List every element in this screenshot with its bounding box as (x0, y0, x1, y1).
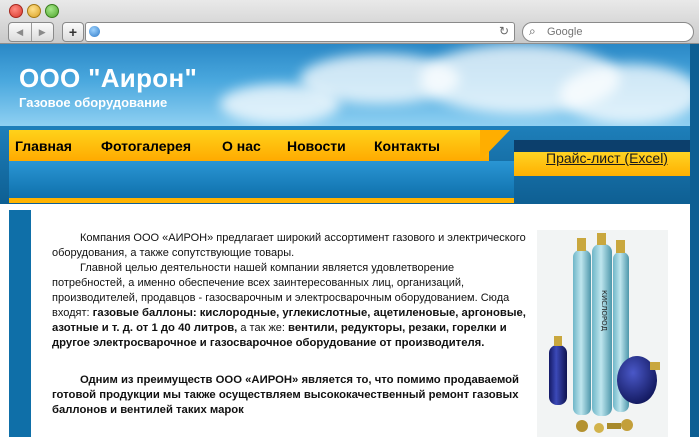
sub-banner (9, 161, 514, 201)
left-sidebar-stripe (9, 210, 31, 437)
nav-link-about[interactable]: О нас (222, 138, 261, 154)
cylinder-large-1 (573, 250, 591, 415)
back-arrow-icon[interactable]: ◀ (9, 23, 32, 41)
web-page: ООО "Аирон" Газовое оборудование Главная… (0, 44, 699, 437)
navbar-corner (480, 130, 510, 161)
add-bookmark-button[interactable]: + (62, 22, 84, 42)
address-bar[interactable]: ↻ (85, 22, 515, 42)
zoom-window-button[interactable] (45, 4, 59, 18)
goal-paragraph: Главной целью деятельности нашей компани… (52, 261, 528, 351)
search-input[interactable] (547, 24, 687, 39)
close-window-button[interactable] (9, 4, 23, 18)
gas-cylinders-illustration: КИСЛОРОД (549, 233, 660, 433)
globe-icon (89, 26, 100, 37)
site-title: ООО "Аирон" (19, 63, 198, 93)
site-subtitle: Газовое оборудование (19, 95, 168, 110)
price-list-link[interactable]: Прайс-лист (Excel) (546, 150, 668, 166)
cloud-decoration (220, 84, 340, 124)
advantages-paragraph: Одним из преимуществ ООО «АИРОН» являетс… (52, 374, 520, 416)
valve-3 (616, 240, 625, 253)
gas-cylinders-photo: КИСЛОРОД (537, 230, 668, 437)
nav-link-gallery[interactable]: Фотогалерея (101, 138, 191, 154)
cylinder-label: КИСЛОРОД (600, 290, 608, 332)
sub-banner-stripe (9, 198, 514, 203)
history-nav: ◀ ▶ (8, 22, 54, 42)
intro-paragraph: Компания ООО «АИРОН» предлагает широкий … (52, 232, 526, 259)
header-banner: ООО "Аирон" Газовое оборудование (0, 44, 690, 126)
cylinder-small (549, 345, 567, 405)
minimize-window-button[interactable] (27, 4, 41, 18)
regulator-1 (576, 420, 588, 432)
article-body: Компания ООО «АИРОН» предлагает широкий … (52, 231, 528, 418)
reload-icon[interactable]: ↻ (499, 24, 509, 38)
forward-arrow-icon[interactable]: ▶ (32, 23, 54, 41)
search-icon: ⌕ (529, 24, 536, 38)
nav-link-contacts[interactable]: Контакты (374, 138, 440, 154)
browser-toolbar: ◀ ▶ + ↻ ⌕ (0, 0, 699, 44)
right-edge-stripe (690, 44, 699, 437)
search-bar[interactable]: ⌕ (522, 22, 694, 42)
regulator-3 (621, 419, 633, 431)
valve-1 (577, 238, 586, 251)
nav-link-home[interactable]: Главная (15, 138, 72, 154)
nav-link-news[interactable]: Новости (287, 138, 346, 154)
cloud-decoration (560, 64, 690, 124)
also-text: а так же: (237, 322, 289, 334)
valve-2 (597, 233, 606, 245)
regulator-2 (594, 423, 604, 433)
